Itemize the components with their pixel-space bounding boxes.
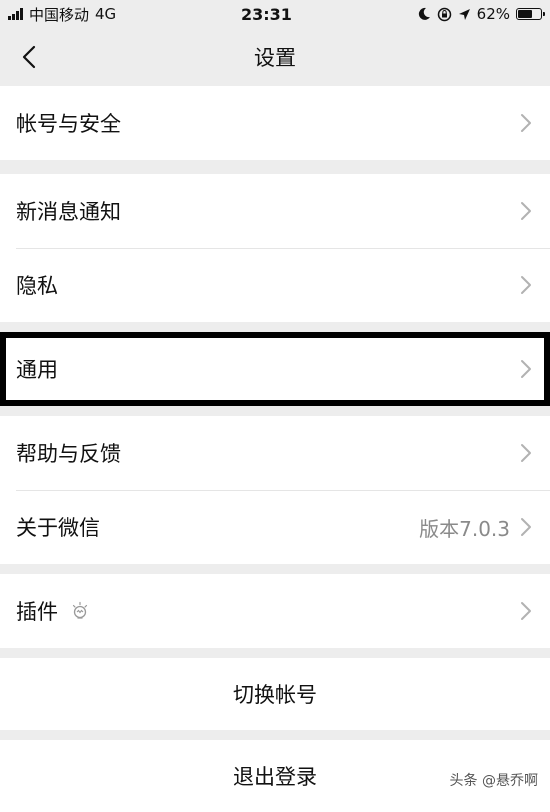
- row-label: 通用: [16, 358, 58, 382]
- row-about-wechat[interactable]: 关于微信 版本7.0.3: [0, 490, 550, 564]
- status-time: 23:31: [240, 4, 292, 24]
- row-plugins[interactable]: 插件: [0, 574, 550, 648]
- lightbulb-icon: [72, 601, 88, 619]
- signal-icon: [8, 8, 23, 20]
- version-text: 版本7.0.3: [419, 516, 510, 541]
- row-label: 插件: [16, 596, 90, 626]
- row-label: 帮助与反馈: [16, 442, 121, 466]
- chevron-right-icon: [521, 518, 531, 536]
- chevron-right-icon: [521, 276, 531, 294]
- row-label: 隐私: [16, 274, 58, 298]
- status-right: 62%: [417, 5, 545, 23]
- row-new-message-notification[interactable]: 新消息通知: [0, 174, 550, 248]
- battery-percent: 62%: [476, 5, 510, 23]
- group-help-about: 帮助与反馈 关于微信 版本7.0.3: [0, 416, 550, 564]
- row-right: 版本7.0.3: [419, 513, 532, 542]
- moon-icon: [418, 7, 430, 20]
- chevron-right-icon: [521, 602, 531, 620]
- network-type: 4G: [95, 5, 117, 23]
- battery-fill: [518, 10, 532, 18]
- switch-account-button[interactable]: 切换帐号: [0, 658, 550, 730]
- back-button[interactable]: [12, 40, 46, 74]
- group-account: 帐号与安全: [0, 86, 550, 160]
- group-general: 通用: [0, 332, 550, 406]
- nav-bar: 设置: [0, 28, 550, 86]
- row-label: 帐号与安全: [16, 112, 121, 136]
- row-label: 新消息通知: [16, 200, 121, 224]
- row-account-security[interactable]: 帐号与安全: [0, 86, 550, 160]
- watermark: 头条 @悬乔啊: [449, 773, 538, 789]
- status-left: 中国移动 4G: [8, 4, 116, 25]
- row-general[interactable]: 通用: [0, 332, 550, 406]
- location-icon: [458, 8, 470, 20]
- row-help-feedback[interactable]: 帮助与反馈: [0, 416, 550, 490]
- chevron-right-icon: [521, 360, 531, 378]
- chevron-right-icon: [521, 202, 531, 220]
- rotation-lock-icon: [437, 7, 451, 21]
- group-plugins: 插件: [0, 574, 550, 648]
- row-privacy[interactable]: 隐私: [0, 248, 550, 322]
- page-title: 设置: [254, 46, 296, 70]
- chevron-left-icon: [22, 45, 36, 69]
- row-label: 关于微信: [16, 516, 100, 540]
- plugins-label: 插件: [16, 600, 58, 624]
- chevron-right-icon: [521, 114, 531, 132]
- chevron-right-icon: [521, 444, 531, 462]
- status-bar: 中国移动 4G 23:31 62%: [0, 0, 550, 28]
- carrier-name: 中国移动: [29, 5, 90, 24]
- battery-icon: [516, 8, 545, 20]
- group-notify-privacy: 新消息通知 隐私: [0, 174, 550, 322]
